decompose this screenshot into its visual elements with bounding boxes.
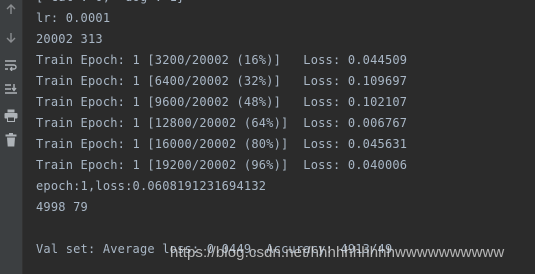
- console-line: Train Epoch: 1 [9600/20002 (48%)] Loss: …: [36, 95, 408, 109]
- console-line: epoch:1,loss:0.0608191231694132: [36, 179, 267, 193]
- arrow-up-icon[interactable]: [2, 0, 20, 18]
- console-output[interactable]: ['cat': 0, 'dog': 1} lr: 0.0001 20002 31…: [36, 0, 535, 274]
- console-line: ['cat': 0, 'dog': 1}: [36, 0, 185, 8]
- watermark: https://blog.csdn.net/hhhhhhhhhhwwwwwwww…: [170, 244, 505, 261]
- scroll-to-end-icon[interactable]: [2, 80, 20, 98]
- arrow-down-icon[interactable]: [2, 29, 20, 47]
- console-line: lr: 0.0001: [36, 11, 111, 25]
- print-icon[interactable]: [2, 106, 20, 124]
- console-toolbar: [0, 0, 23, 274]
- delete-icon[interactable]: [2, 131, 20, 149]
- console-line: Train Epoch: 1 [16000/20002 (80%)] Loss:…: [36, 137, 408, 151]
- console-line: Train Epoch: 1 [3200/20002 (16%)] Loss: …: [36, 53, 408, 67]
- soft-wrap-icon[interactable]: [2, 56, 20, 74]
- console-line: 4998 79: [36, 200, 88, 214]
- console-line: Train Epoch: 1 [12800/20002 (64%)] Loss:…: [36, 116, 408, 130]
- console-line: 20002 313: [36, 32, 103, 46]
- console-line: Train Epoch: 1 [19200/20002 (96%)] Loss:…: [36, 158, 408, 172]
- console-line: Train Epoch: 1 [6400/20002 (32%)] Loss: …: [36, 74, 408, 88]
